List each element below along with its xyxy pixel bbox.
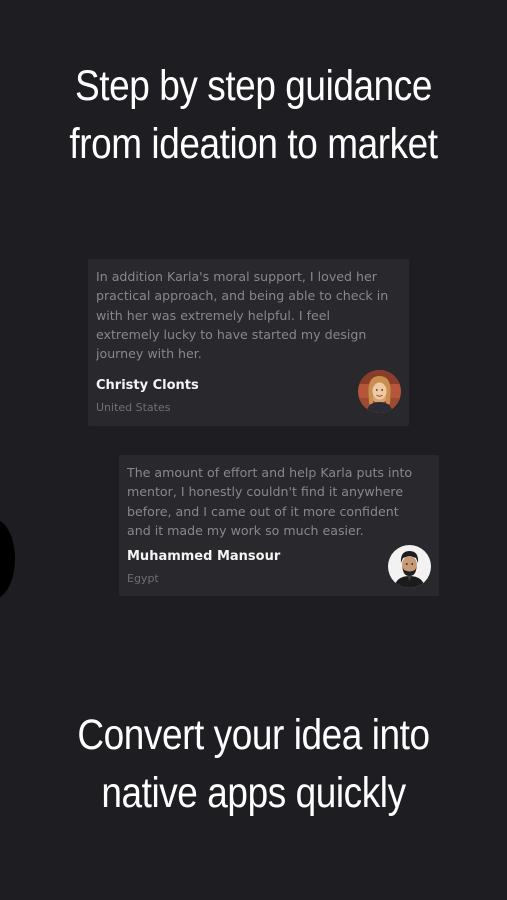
- woman-portrait-avatar-icon: [358, 370, 401, 413]
- headline-bottom-line-2: native apps quickly: [101, 769, 406, 817]
- quote-line: extremely lucky to have started my desig…: [96, 326, 367, 342]
- testimonial-card: In addition Karla's moral support, I lov…: [88, 259, 409, 426]
- headline-top-line-2: from ideation to market: [69, 120, 438, 168]
- author-name: Christy Clonts: [96, 378, 199, 393]
- headline-top-line-1: Step by step guidance: [75, 62, 432, 110]
- author-country: Egypt: [127, 572, 159, 585]
- app-screenshot-page: Step by step guidance from ideation to m…: [0, 0, 507, 900]
- edge-shape-decoration: [0, 519, 15, 599]
- author-country: United States: [96, 401, 171, 414]
- quote-line: journey with her.: [96, 346, 202, 362]
- quote-line: before, and I came out of it more confid…: [127, 503, 399, 519]
- headline-bottom-line-1: Convert your idea into: [77, 711, 430, 759]
- author-name: Muhammed Mansour: [127, 549, 281, 564]
- testimonial-quote: The amount of effort and help Karla puts…: [127, 463, 439, 540]
- quote-line: practical approach, and being able to ch…: [96, 288, 389, 304]
- quote-line: with her was extremely helpful. I feel: [96, 307, 331, 323]
- quote-line: and it made my work so much easier.: [127, 522, 364, 538]
- headline-top: Step by step guidance from ideation to m…: [35, 57, 471, 173]
- quote-line: In addition Karla's moral support, I lov…: [96, 269, 377, 284]
- quote-line: mentor, I honestly couldn't find it anyw…: [127, 484, 404, 500]
- headline-bottom: Convert your idea into native apps quick…: [35, 706, 471, 822]
- testimonial-card: The amount of effort and help Karla puts…: [119, 455, 439, 596]
- testimonial-quote: In addition Karla's moral support, I lov…: [96, 267, 408, 363]
- man-portrait-avatar-icon: [388, 545, 431, 588]
- quote-line: The amount of effort and help Karla puts…: [127, 465, 413, 480]
